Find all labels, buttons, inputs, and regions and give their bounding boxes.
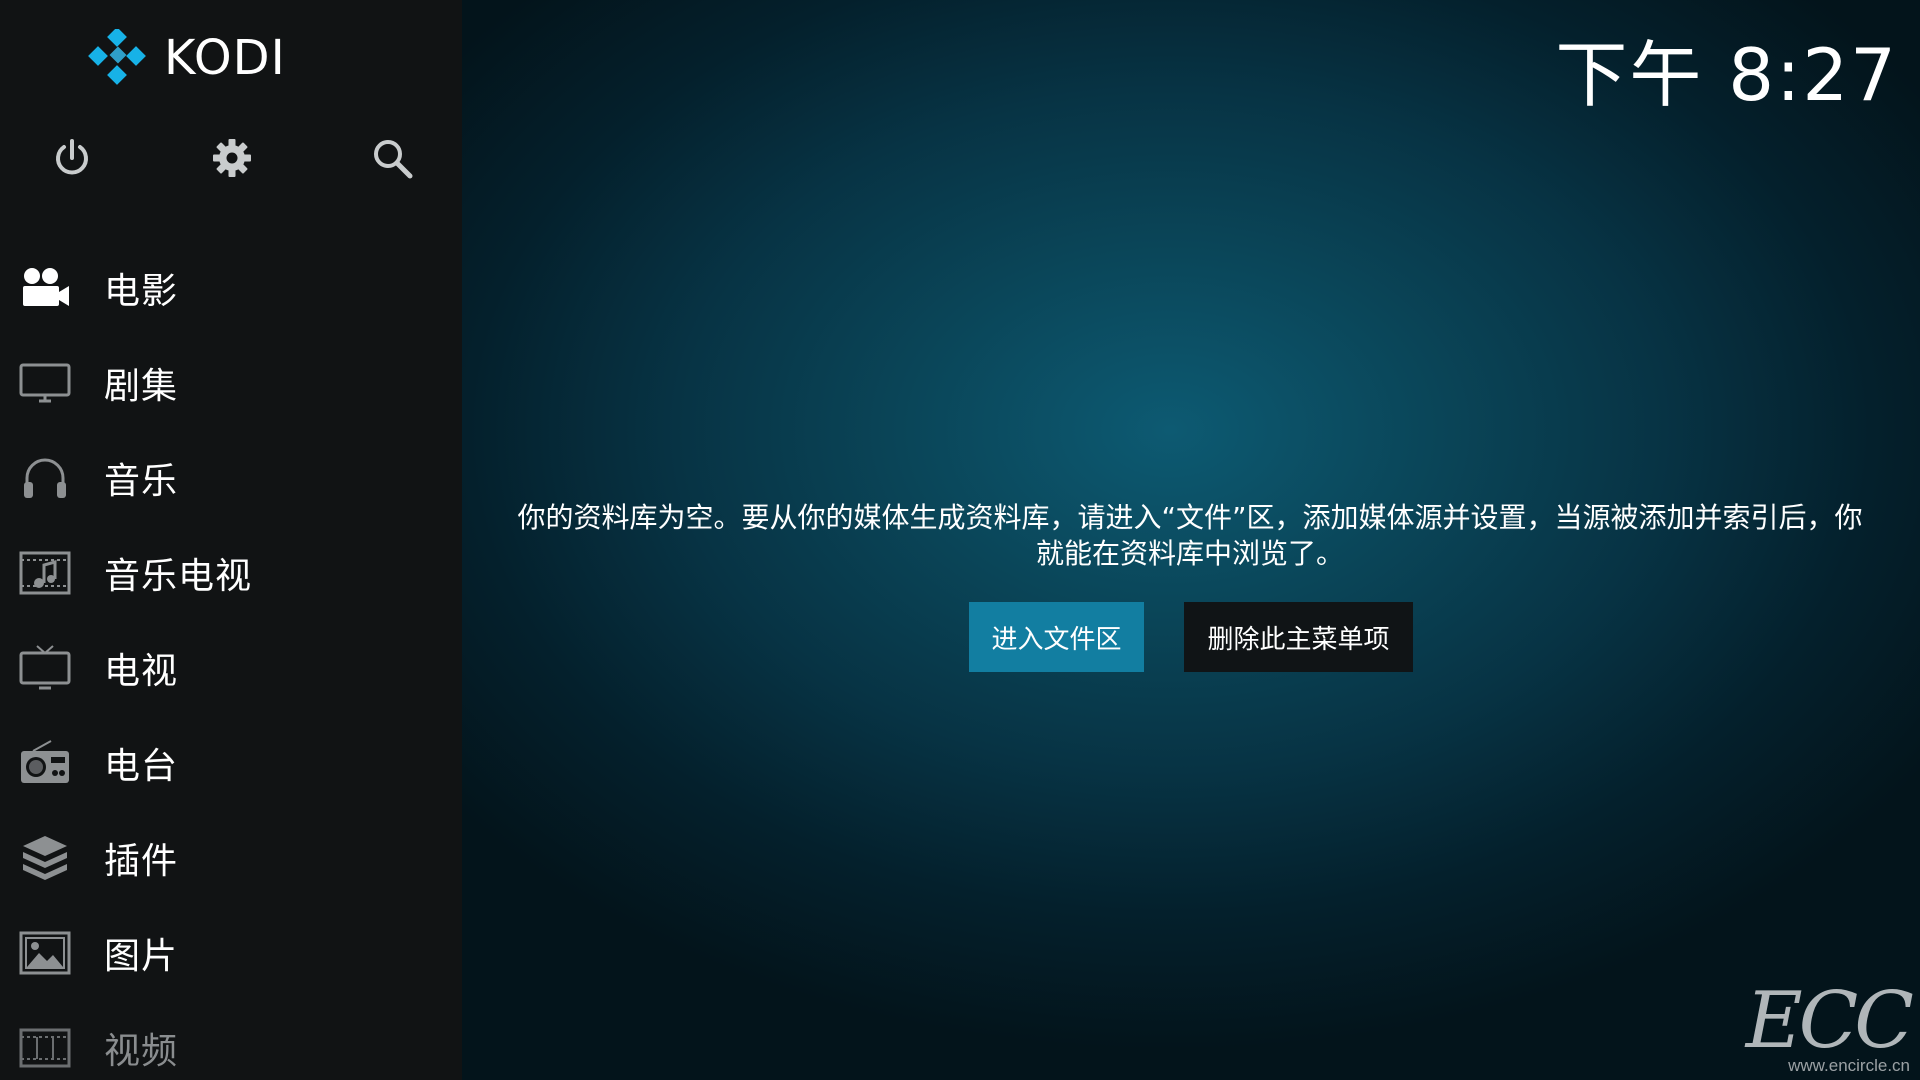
watermark-logo: ECC <box>1745 976 1914 1066</box>
kodi-logo[interactable]: KODI <box>88 28 286 88</box>
menu-item-label: 音乐 <box>104 461 179 502</box>
kodi-logo-icon <box>88 29 146 85</box>
app-name: KODI <box>164 30 286 86</box>
movies-icon <box>18 261 72 315</box>
headphones-icon <box>18 451 72 505</box>
menu-item-label: 电视 <box>104 651 179 692</box>
gear-icon[interactable] <box>208 134 256 182</box>
menu-item-addons[interactable]: 插件 <box>0 818 462 898</box>
menu-item-music-videos[interactable]: 音乐电视 <box>0 533 462 613</box>
menu-item-videos[interactable]: 视频 <box>0 1008 462 1080</box>
menu-item-label: 插件 <box>104 841 179 882</box>
menu-item-label: 电影 <box>104 271 179 312</box>
menu-item-label: 视频 <box>104 1031 179 1072</box>
menu-item-radio[interactable]: 电台 <box>0 723 462 803</box>
menu-item-tv-shows[interactable]: 剧集 <box>0 343 462 423</box>
pictures-icon <box>18 926 72 980</box>
menu-item-movies[interactable]: 电影 <box>0 248 462 328</box>
watermark: ECC www.encircle.cn <box>1745 976 1914 1076</box>
menu-item-label: 剧集 <box>104 366 179 407</box>
clock: 下午 8:27 <box>1555 33 1898 117</box>
menu-item-label: 音乐电视 <box>104 556 253 597</box>
menu-item-pictures[interactable]: 图片 <box>0 913 462 993</box>
videos-icon <box>18 1021 72 1075</box>
power-icon[interactable] <box>48 134 96 182</box>
radio-icon <box>18 736 72 790</box>
menu-item-music[interactable]: 音乐 <box>0 438 462 518</box>
tv-shows-icon <box>18 356 72 410</box>
search-icon[interactable] <box>368 134 416 182</box>
live-tv-icon <box>18 641 72 695</box>
music-video-icon <box>18 546 72 600</box>
empty-library-message: 你的资料库为空。要从你的媒体生成资料库，请进入“文件”区，添加媒体源并设置，当源… <box>517 501 1863 570</box>
addons-icon <box>18 831 72 885</box>
menu-item-label: 图片 <box>104 936 179 977</box>
enter-files-button[interactable]: 进入文件区 <box>969 602 1144 672</box>
remove-menu-item-button[interactable]: 删除此主菜单项 <box>1184 602 1413 672</box>
sidebar: KODI 电影 剧集 音乐 音乐电视 电视 电台 插件 图片 视频 <box>0 0 462 1080</box>
menu-item-live-tv[interactable]: 电视 <box>0 628 462 708</box>
menu-item-label: 电台 <box>104 746 179 787</box>
watermark-url: www.encircle.cn <box>1788 1056 1910 1075</box>
